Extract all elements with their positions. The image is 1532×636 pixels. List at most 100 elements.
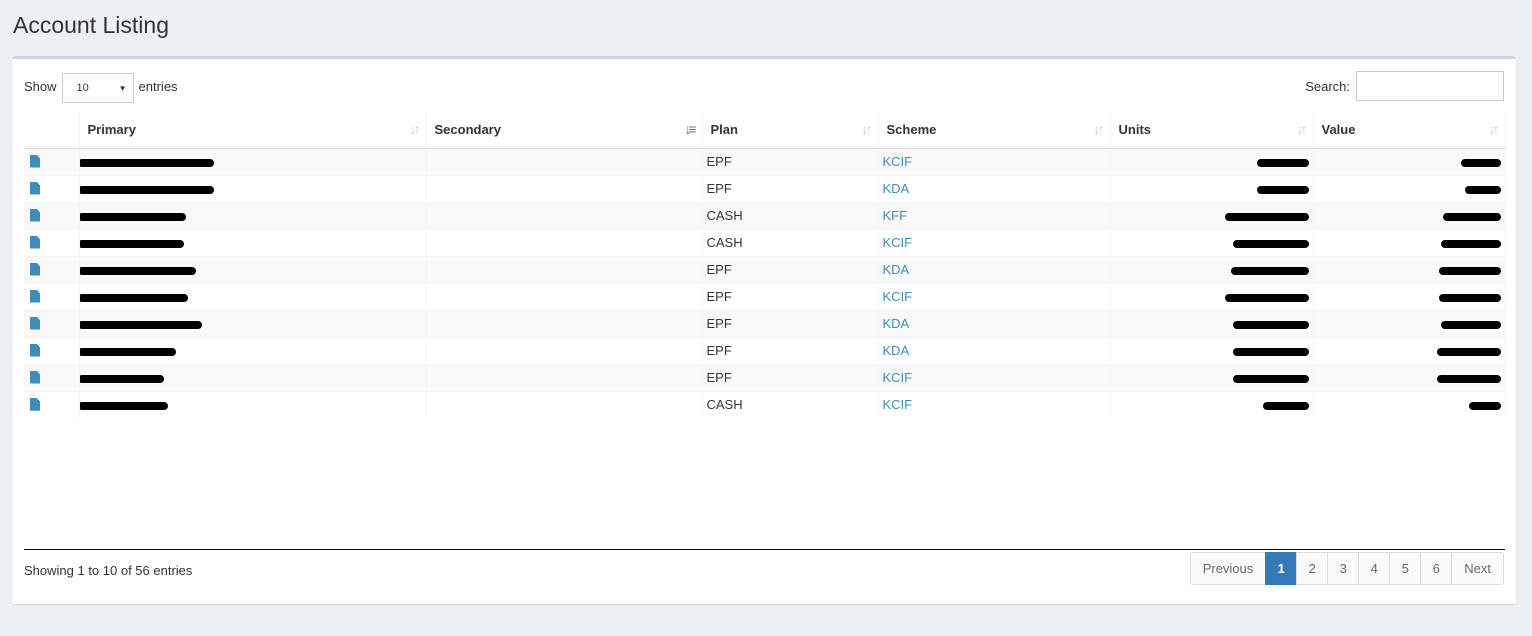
document-icon[interactable] [30,370,40,384]
scheme-link[interactable]: KCIF [883,154,913,169]
secondary-cell [426,228,703,256]
page-6-button[interactable]: 6 [1420,552,1453,585]
row-icon-cell[interactable] [24,282,80,310]
page-title: Account Listing [13,12,169,38]
redacted-units [1232,374,1309,383]
row-icon-cell[interactable] [24,255,80,283]
document-icon[interactable] [30,181,40,195]
row-icon-cell[interactable] [24,309,80,337]
redacted-units [1232,239,1309,248]
entries-label: entries [138,78,178,94]
previous-button[interactable]: Previous [1189,552,1267,585]
document-icon[interactable] [30,262,40,276]
scheme-link[interactable]: KCIF [883,397,913,412]
page-1-button[interactable]: 1 [1265,552,1298,585]
scheme-cell: KCIF [878,363,1111,391]
redacted-value [1468,401,1501,410]
page-size-value: 10 [76,82,89,94]
redacted-value [1440,320,1501,329]
table-row: CASH KCIF [24,228,1506,256]
redacted-primary [79,266,196,275]
scheme-link[interactable]: KCIF [883,370,913,385]
units-cell [1110,363,1314,391]
primary-cell [79,309,427,337]
next-button[interactable]: Next [1451,552,1504,585]
secondary-cell [426,174,703,202]
units-cell [1110,147,1314,175]
document-icon[interactable] [30,316,40,330]
column-header-primary[interactable]: Primary ↓↑ [79,111,427,149]
scheme-cell: KCIF [878,282,1111,310]
sort-icon: ↓↑ [1488,121,1500,137]
secondary-cell [426,201,703,229]
redacted-primary [79,347,176,356]
accounts-table: Primary ↓↑ Secondary ↓≡ Plan ↓↑ Scheme ↓↑ Un… [24,111,1506,418]
document-icon[interactable] [30,154,40,168]
value-cell [1313,390,1506,418]
row-icon-cell[interactable] [24,147,80,175]
row-icon-cell[interactable] [24,390,80,418]
plan-cell: CASH [702,228,879,256]
chevron-down-icon: ▼ [118,83,127,93]
sort-icon: ↓↑ [1093,121,1105,137]
redacted-primary [79,212,186,221]
table-row: EPF KDA [24,336,1506,364]
scheme-link[interactable]: KCIF [883,289,913,304]
document-icon[interactable] [30,289,40,303]
redacted-value [1440,239,1501,248]
redacted-units [1262,401,1309,410]
row-icon-cell[interactable] [24,363,80,391]
table-row: EPF KDA [24,309,1506,337]
scheme-cell: KCIF [878,390,1111,418]
redacted-units [1256,158,1309,167]
units-cell [1110,309,1314,337]
scheme-cell: KCIF [878,147,1111,175]
scheme-cell: KDA [878,336,1111,364]
row-icon-cell[interactable] [24,336,80,364]
scheme-link[interactable]: KCIF [883,235,913,250]
primary-cell [79,174,427,202]
column-header-scheme[interactable]: Scheme ↓↑ [878,111,1111,149]
scheme-link[interactable]: KDA [883,262,910,277]
document-icon[interactable] [30,208,40,222]
plan-cell: EPF [702,174,879,202]
page-3-button[interactable]: 3 [1327,552,1360,585]
column-header-plan[interactable]: Plan ↓↑ [702,111,879,149]
column-header-units[interactable]: Units ↓↑ [1110,111,1314,149]
document-icon[interactable] [30,235,40,249]
page-size-select[interactable]: 10 ▼ [61,73,134,103]
plan-cell: EPF [702,309,879,337]
row-icon-cell[interactable] [24,201,80,229]
redacted-primary [79,185,214,194]
value-cell [1313,201,1506,229]
scheme-cell: KFF [878,201,1111,229]
primary-cell [79,390,427,418]
table-row: CASH KFF [24,201,1506,229]
search-input[interactable] [1356,71,1504,101]
scheme-link[interactable]: KDA [883,181,910,196]
page-2-button[interactable]: 2 [1296,552,1329,585]
primary-cell [79,201,427,229]
scheme-cell: KCIF [878,228,1111,256]
page-4-button[interactable]: 4 [1358,552,1391,585]
document-icon[interactable] [30,343,40,357]
value-cell [1313,309,1506,337]
scheme-link[interactable]: KDA [883,316,910,331]
page-5-button[interactable]: 5 [1389,552,1422,585]
search-label: Search: [1305,78,1350,94]
account-listing-panel: Show 10 ▼ entries Search: Primary ↓↑ Seco… [12,56,1516,604]
search-control: Search: [1305,71,1504,101]
scheme-link[interactable]: KDA [883,343,910,358]
row-icon-cell[interactable] [24,228,80,256]
table-row: CASH KCIF [24,390,1506,418]
redacted-primary [79,293,188,302]
column-header-value[interactable]: Value ↓↑ [1313,111,1506,149]
column-header-secondary[interactable]: Secondary ↓≡ [426,111,703,149]
sort-descending-icon: ↓≡ [684,121,696,137]
document-icon[interactable] [30,397,40,411]
sort-icon: ↓↑ [409,121,421,137]
show-label: Show [24,78,57,94]
scheme-link[interactable]: KFF [883,208,908,223]
row-icon-cell[interactable] [24,174,80,202]
units-cell [1110,201,1314,229]
